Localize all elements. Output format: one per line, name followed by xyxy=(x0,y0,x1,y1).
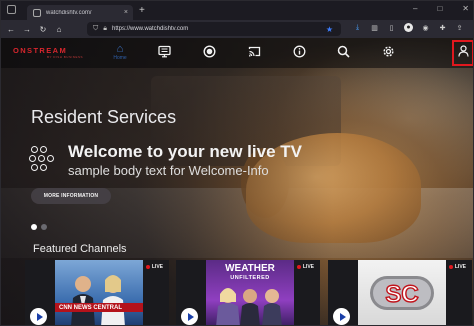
anchors-image xyxy=(71,275,125,325)
live-dot-icon xyxy=(296,265,301,269)
bookmark-star-icon[interactable]: ★ xyxy=(326,25,333,34)
home-browser-icon[interactable]: ⌂ xyxy=(53,25,65,34)
extension-icon[interactable]: ◉ xyxy=(421,23,430,32)
hero-body: sample body text for Welcome-Info xyxy=(68,163,269,178)
account-icon[interactable]: ● xyxy=(404,23,413,32)
hero-title: Welcome to your new live TV xyxy=(68,142,302,161)
play-icon[interactable] xyxy=(181,308,198,325)
channel-thumbnail: WEATHER UNFILTERED xyxy=(206,260,294,325)
channel-banner: CNN NEWS CENTRAL xyxy=(55,303,143,312)
address-bar[interactable]: ⛉ 🔒︎ https://www.watchdishtv.com ★ xyxy=(87,22,341,36)
browser-tab-bar: watchdishtv.com/ × + – □ ✕ xyxy=(1,1,473,20)
hero-message: Welcome to your new live TV sample body … xyxy=(29,142,302,180)
shield-icon: ⛉ xyxy=(93,25,99,32)
app-viewport: ONSTREAM BY DISH BUSINESS ⌂ Home Residen… xyxy=(1,38,473,325)
home-icon: ⌂ xyxy=(116,43,124,55)
forward-icon[interactable]: → xyxy=(21,25,33,34)
brand-logo[interactable]: ONSTREAM BY DISH BUSINESS xyxy=(13,46,83,59)
maximize-button[interactable]: □ xyxy=(437,4,442,13)
browser-nav-bar: ← → ↻ ⌂ ⛉ 🔒︎ https://www.watchdishtv.com… xyxy=(1,20,473,38)
guide-tv-icon[interactable] xyxy=(156,45,172,61)
page-title: Resident Services xyxy=(31,107,177,127)
minimize-button[interactable]: – xyxy=(413,4,417,13)
reload-icon[interactable]: ↻ xyxy=(37,25,49,34)
app-top-nav: ONSTREAM BY DISH BUSINESS ⌂ Home xyxy=(1,38,473,68)
tab-title: watchdishtv.com/ xyxy=(46,9,92,16)
pager-dot[interactable] xyxy=(41,224,47,230)
play-icon[interactable] xyxy=(30,308,47,325)
live-badge: LIVE xyxy=(145,264,163,270)
record-icon[interactable] xyxy=(201,45,217,61)
channel-logo-title: WEATHER xyxy=(225,263,275,274)
sportscenter-logo: SC xyxy=(370,276,434,310)
brand-sub: BY DISH BUSINESS xyxy=(47,55,83,59)
info-icon[interactable] xyxy=(291,45,307,61)
svg-text:SC: SC xyxy=(385,281,418,308)
featured-channels-heading: Featured Channels xyxy=(33,243,127,255)
nav-home-label: Home xyxy=(113,55,127,61)
new-tab-button[interactable]: + xyxy=(139,5,145,16)
live-badge: LIVE xyxy=(296,264,314,270)
library-icon[interactable]: ▥ xyxy=(370,23,379,32)
profile-button[interactable] xyxy=(452,40,473,66)
cast-icon[interactable] xyxy=(246,45,262,61)
hero-dots-icon xyxy=(29,146,59,176)
tab-list-icon[interactable] xyxy=(7,5,16,14)
channel-thumbnail: CNN NEWS CENTRAL xyxy=(55,260,143,325)
user-icon xyxy=(457,44,469,62)
tab-close-button[interactable]: × xyxy=(124,9,128,16)
channel-card-weather[interactable]: WEATHER UNFILTERED LIVE xyxy=(176,260,320,325)
settings-gear-icon[interactable] xyxy=(380,45,396,61)
close-window-button[interactable]: ✕ xyxy=(462,4,469,13)
screenshot: watchdishtv.com/ × + – □ ✕ ← → ↻ ⌂ ⛉ 🔒︎ … xyxy=(0,0,474,326)
featured-channels-rail: CNN NEWS CENTRAL LIVE WEATHER UNFILTERED… xyxy=(25,260,473,325)
channel-card-sportscenter[interactable]: SC LIVE xyxy=(328,260,472,325)
search-icon[interactable] xyxy=(335,45,351,61)
live-badge: LIVE xyxy=(448,264,466,270)
more-information-button[interactable]: MORE INFORMATION xyxy=(31,188,111,204)
favicon-icon xyxy=(33,8,41,17)
share-icon[interactable]: ⇪ xyxy=(455,23,464,32)
downloads-icon[interactable]: ⤓ xyxy=(353,23,362,32)
window-controls: – □ ✕ xyxy=(413,4,469,13)
brand-name: ONSTREAM xyxy=(13,46,68,55)
channel-thumbnail: SC xyxy=(358,260,446,325)
live-dot-icon xyxy=(145,265,150,269)
channel-card-cnn[interactable]: CNN NEWS CENTRAL LIVE xyxy=(25,260,169,325)
url-text[interactable]: https://www.watchdishtv.com xyxy=(112,26,188,32)
toolbar-extensions: ⤓ ▥ ▯ ● ◉ ✚ ⇪ ≡ xyxy=(353,23,473,32)
live-dot-icon xyxy=(448,265,453,269)
play-icon[interactable] xyxy=(333,308,350,325)
back-icon[interactable]: ← xyxy=(5,25,17,34)
pager-dot-active[interactable] xyxy=(31,224,37,230)
channel-logo-subtitle: UNFILTERED xyxy=(230,275,270,281)
browser-tab[interactable]: watchdishtv.com/ × xyxy=(27,5,133,20)
hero-pagination xyxy=(31,224,47,230)
puzzle-icon[interactable]: ✚ xyxy=(438,23,447,32)
hosts-image xyxy=(216,288,282,325)
lock-icon: 🔒︎ xyxy=(103,25,107,32)
nav-home[interactable]: ⌂ Home xyxy=(109,43,131,65)
sidebar-icon[interactable]: ▯ xyxy=(387,23,396,32)
